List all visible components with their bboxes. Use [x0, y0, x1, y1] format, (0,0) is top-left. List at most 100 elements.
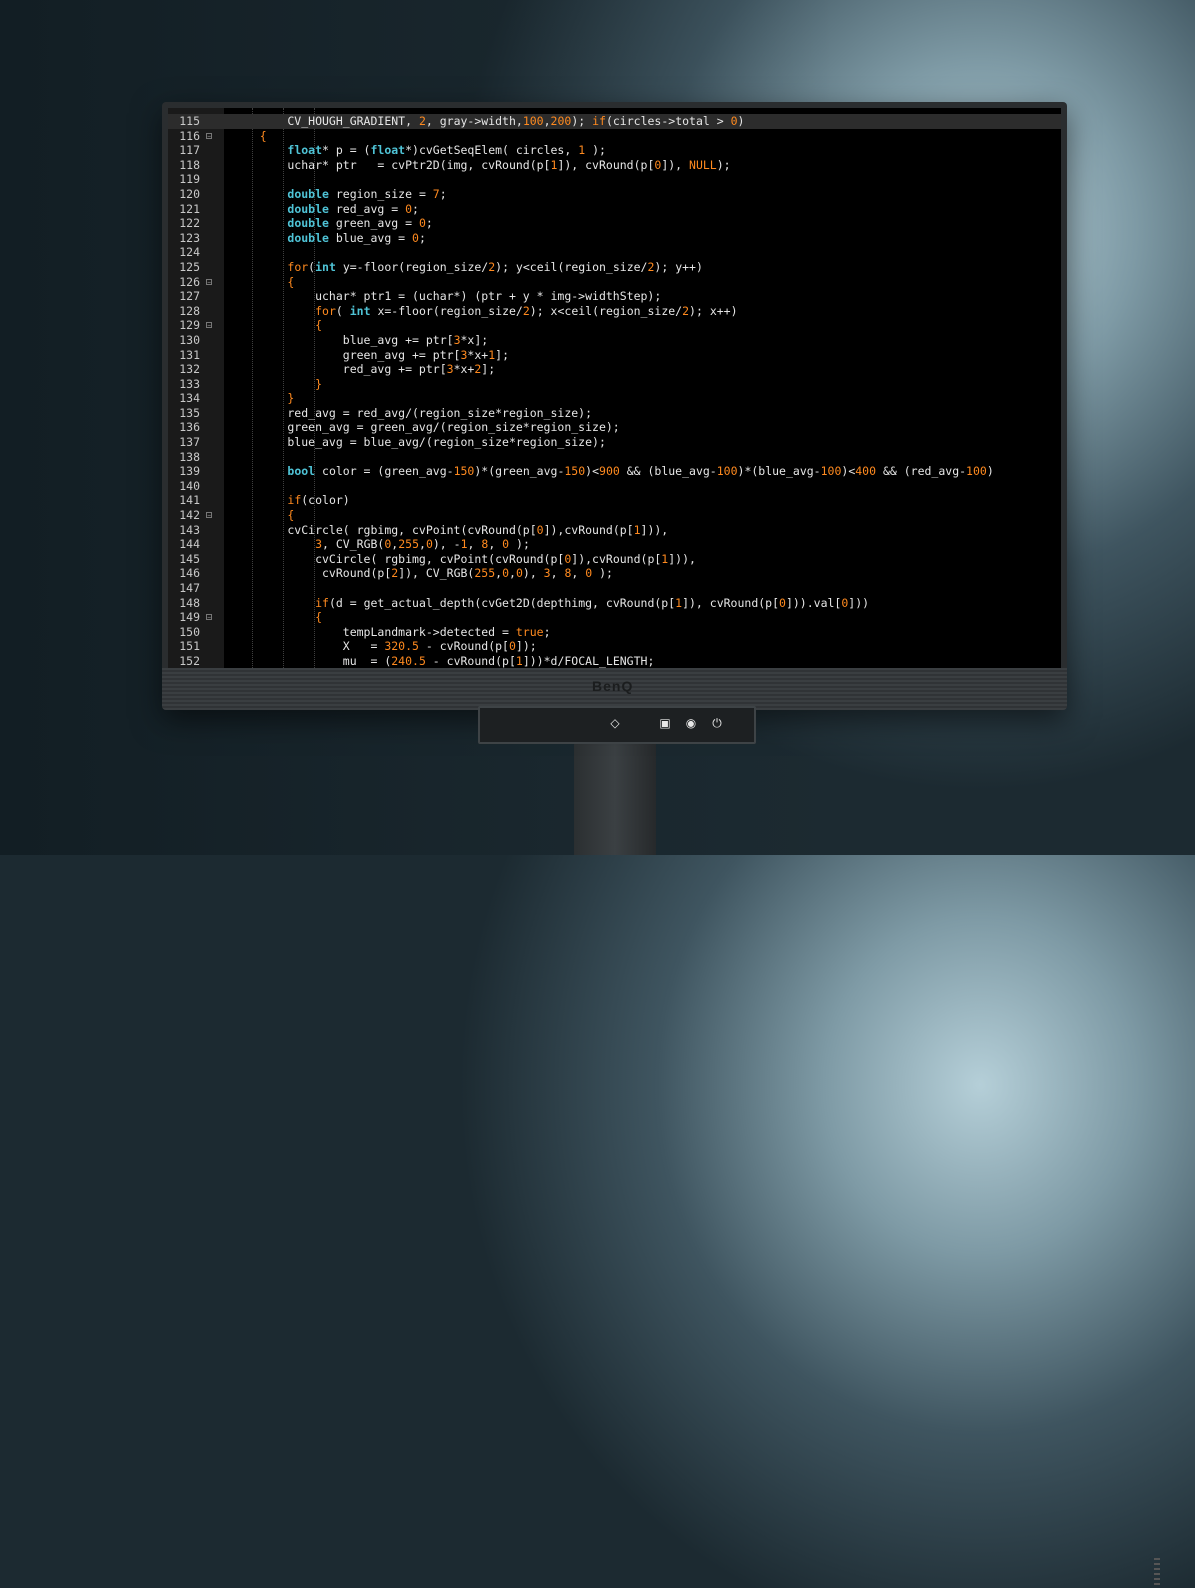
- code-token: 0: [508, 639, 516, 654]
- code-text: double blue_avg = 0;: [232, 231, 426, 246]
- code-line[interactable]: 152 mu = (240.5 - cvRound(p[1]))*d/FOCAL…: [168, 654, 1061, 668]
- code-token: {: [232, 318, 323, 333]
- code-line[interactable]: 138: [168, 450, 1061, 465]
- code-line[interactable]: 139 bool color = (green_avg-150)*(green_…: [168, 464, 1061, 479]
- line-number: 131: [179, 347, 200, 362]
- code-line[interactable]: 127 uchar* ptr1 = (uchar*) (ptr + y * im…: [168, 289, 1061, 304]
- code-line[interactable]: 131 green_avg += ptr[3*x+1];: [168, 348, 1061, 363]
- code-token: mu = (: [232, 653, 392, 668]
- code-token: 900: [599, 464, 620, 479]
- code-line[interactable]: 142− {: [168, 508, 1061, 523]
- line-number: 135: [179, 405, 200, 420]
- code-token: );: [592, 566, 613, 581]
- code-line[interactable]: 117 float* p = (float*)cvGetSeqElem( cir…: [168, 143, 1061, 158]
- code-line[interactable]: 145 cvCircle( rgbimg, cvPoint(cvRound(p[…: [168, 552, 1061, 567]
- code-text: {: [232, 129, 267, 144]
- code-token: 0: [779, 595, 786, 610]
- code-line[interactable]: 130 blue_avg += ptr[3*x];: [168, 333, 1061, 348]
- code-line[interactable]: 135 red_avg = red_avg/(region_size*regio…: [168, 406, 1061, 421]
- line-number: 134: [179, 391, 200, 406]
- code-token: )<: [841, 464, 856, 479]
- fold-toggle-icon[interactable]: −: [206, 322, 212, 329]
- display-mode-icon[interactable]: ▣: [658, 716, 672, 730]
- code-token: ]), cvRound(p[: [682, 595, 780, 610]
- code-line[interactable]: 148 if(d = get_actual_depth(cvGet2D(dept…: [168, 596, 1061, 611]
- line-number: 136: [179, 420, 200, 435]
- code-line[interactable]: 125 for(int y=-floor(region_size/2); y<c…: [168, 260, 1061, 275]
- code-token: x=-floor(region_size/: [370, 303, 523, 318]
- code-line[interactable]: 116− {: [168, 129, 1061, 144]
- code-line[interactable]: 129− {: [168, 318, 1061, 333]
- code-token: }: [232, 391, 295, 406]
- input-switch-icon[interactable]: ◇: [608, 716, 622, 730]
- code-token: float: [370, 143, 406, 158]
- code-line[interactable]: 119: [168, 172, 1061, 187]
- code-text: if(d = get_actual_depth(cvGet2D(depthimg…: [232, 596, 869, 611]
- code-token: 0: [418, 216, 426, 231]
- monitor-stand: [574, 736, 1160, 1588]
- code-line[interactable]: 133 }: [168, 377, 1061, 392]
- code-token: 7: [432, 186, 440, 201]
- code-token: int: [349, 303, 371, 318]
- power-icon[interactable]: ⏻: [710, 716, 724, 730]
- fold-toggle-icon[interactable]: −: [206, 614, 212, 621]
- line-number: 137: [179, 435, 200, 450]
- code-line[interactable]: 141 if(color): [168, 493, 1061, 508]
- code-line[interactable]: 140: [168, 479, 1061, 494]
- code-area[interactable]: 115 CV_HOUGH_GRADIENT, 2, gray->width,10…: [168, 114, 1061, 668]
- code-line[interactable]: 137 blue_avg = blue_avg/(region_size*reg…: [168, 435, 1061, 450]
- code-token: )*(blue_avg-: [737, 464, 821, 479]
- code-line[interactable]: 134 }: [168, 391, 1061, 406]
- code-token: 400: [855, 464, 877, 479]
- code-token: ;: [425, 216, 433, 231]
- code-text: if(color): [232, 493, 349, 508]
- code-line[interactable]: 124: [168, 245, 1061, 260]
- code-line[interactable]: 146 cvRound(p[2]), CV_RGB(255,0,0), 3, 8…: [168, 566, 1061, 581]
- code-line[interactable]: 143 cvCircle( rgbimg, cvPoint(cvRound(p[…: [168, 523, 1061, 538]
- code-token: ): [986, 464, 994, 479]
- code-line[interactable]: 122 double green_avg = 0;: [168, 216, 1061, 231]
- code-line[interactable]: 132 red_avg += ptr[3*x+2];: [168, 362, 1061, 377]
- line-number: 138: [179, 449, 200, 464]
- code-token: ];: [481, 362, 496, 377]
- line-number: 142: [179, 508, 200, 523]
- code-line[interactable]: 126− {: [168, 275, 1061, 290]
- code-text: }: [232, 377, 322, 392]
- code-line[interactable]: 128 for( int x=-floor(region_size/2); x<…: [168, 304, 1061, 319]
- code-token: {: [232, 274, 295, 289]
- code-token: (circles->total >: [605, 114, 731, 128]
- fold-toggle-icon[interactable]: −: [206, 512, 212, 519]
- code-line[interactable]: 150 tempLandmark->detected = true;: [168, 625, 1061, 640]
- code-token: ;: [543, 624, 551, 639]
- code-text: uchar* ptr = cvPtr2D(img, cvRound(p[1]),…: [232, 158, 730, 173]
- code-line[interactable]: 123 double blue_avg = 0;: [168, 231, 1061, 246]
- fold-toggle-icon[interactable]: −: [206, 132, 212, 139]
- code-token: red_avg += ptr[: [232, 362, 447, 377]
- code-text: blue_avg = blue_avg/(region_size*region_…: [232, 435, 606, 450]
- code-line[interactable]: 121 double red_avg = 0;: [168, 202, 1061, 217]
- code-token: && (blue_avg-: [619, 464, 717, 479]
- code-token: for: [315, 303, 336, 318]
- code-token: ,: [550, 566, 565, 581]
- code-line[interactable]: 136 green_avg = green_avg/(region_size*r…: [168, 420, 1061, 435]
- eye-care-icon[interactable]: ◉: [684, 716, 698, 730]
- code-token: 240.5: [391, 653, 426, 668]
- code-line[interactable]: 149− {: [168, 610, 1061, 625]
- code-token: double: [287, 230, 329, 245]
- code-token: 255: [398, 537, 419, 552]
- fold-toggle-icon[interactable]: −: [206, 278, 212, 285]
- code-line[interactable]: 115 CV_HOUGH_GRADIENT, 2, gray->width,10…: [168, 114, 1061, 129]
- code-line[interactable]: 151 X = 320.5 - cvRound(p[0]);: [168, 639, 1061, 654]
- code-token: 0: [502, 566, 510, 581]
- code-text: green_avg += ptr[3*x+1];: [232, 348, 509, 363]
- code-line[interactable]: 118 uchar* ptr = cvPtr2D(img, cvRound(p[…: [168, 158, 1061, 173]
- code-line[interactable]: 147: [168, 581, 1061, 596]
- code-token: 100: [716, 464, 738, 479]
- code-line[interactable]: 120 double region_size = 7;: [168, 187, 1061, 202]
- code-token: 3: [453, 332, 461, 347]
- code-line[interactable]: 144 3, CV_RGB(0,255,0), -1, 8, 0 );: [168, 537, 1061, 552]
- code-token: *x+: [453, 362, 475, 377]
